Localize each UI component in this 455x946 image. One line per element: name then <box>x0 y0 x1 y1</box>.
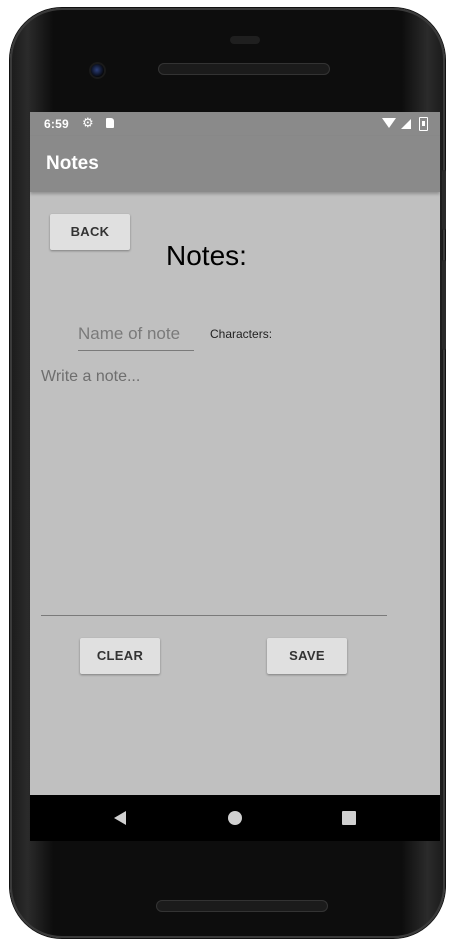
characters-label: Characters: <box>210 327 273 341</box>
note-text-placeholder: Write a note... <box>41 368 141 385</box>
back-button[interactable]: BACK <box>50 214 130 250</box>
clear-button[interactable]: CLEAR <box>80 638 160 674</box>
earpiece-speaker <box>158 63 330 75</box>
signal-icon <box>401 119 411 129</box>
battery-icon <box>419 117 428 131</box>
wifi-icon <box>382 118 396 128</box>
gear-icon: ⚙ <box>82 115 94 130</box>
screen: 6:59 ⚙ Notes BACK Notes: Name of note Ch… <box>30 112 440 838</box>
sensor <box>230 36 260 44</box>
status-bar: 6:59 ⚙ <box>30 112 440 136</box>
app-title: Notes <box>46 153 99 174</box>
note-text-input[interactable]: Write a note... <box>41 368 387 616</box>
volume-button <box>442 260 446 350</box>
power-button <box>442 170 446 230</box>
sd-card-icon <box>106 118 114 128</box>
note-name-input[interactable]: Name of note <box>78 322 194 351</box>
app-bar: Notes <box>30 136 440 192</box>
navigation-bar <box>30 795 440 841</box>
bottom-speaker <box>156 900 328 912</box>
page-title: Notes: <box>166 240 247 271</box>
recents-icon[interactable] <box>342 811 356 825</box>
status-time: 6:59 <box>44 117 69 131</box>
note-name-placeholder: Name of note <box>78 324 181 343</box>
back-icon[interactable] <box>114 811 126 825</box>
home-icon[interactable] <box>228 811 242 825</box>
save-button[interactable]: SAVE <box>267 638 347 674</box>
front-camera <box>91 64 104 77</box>
